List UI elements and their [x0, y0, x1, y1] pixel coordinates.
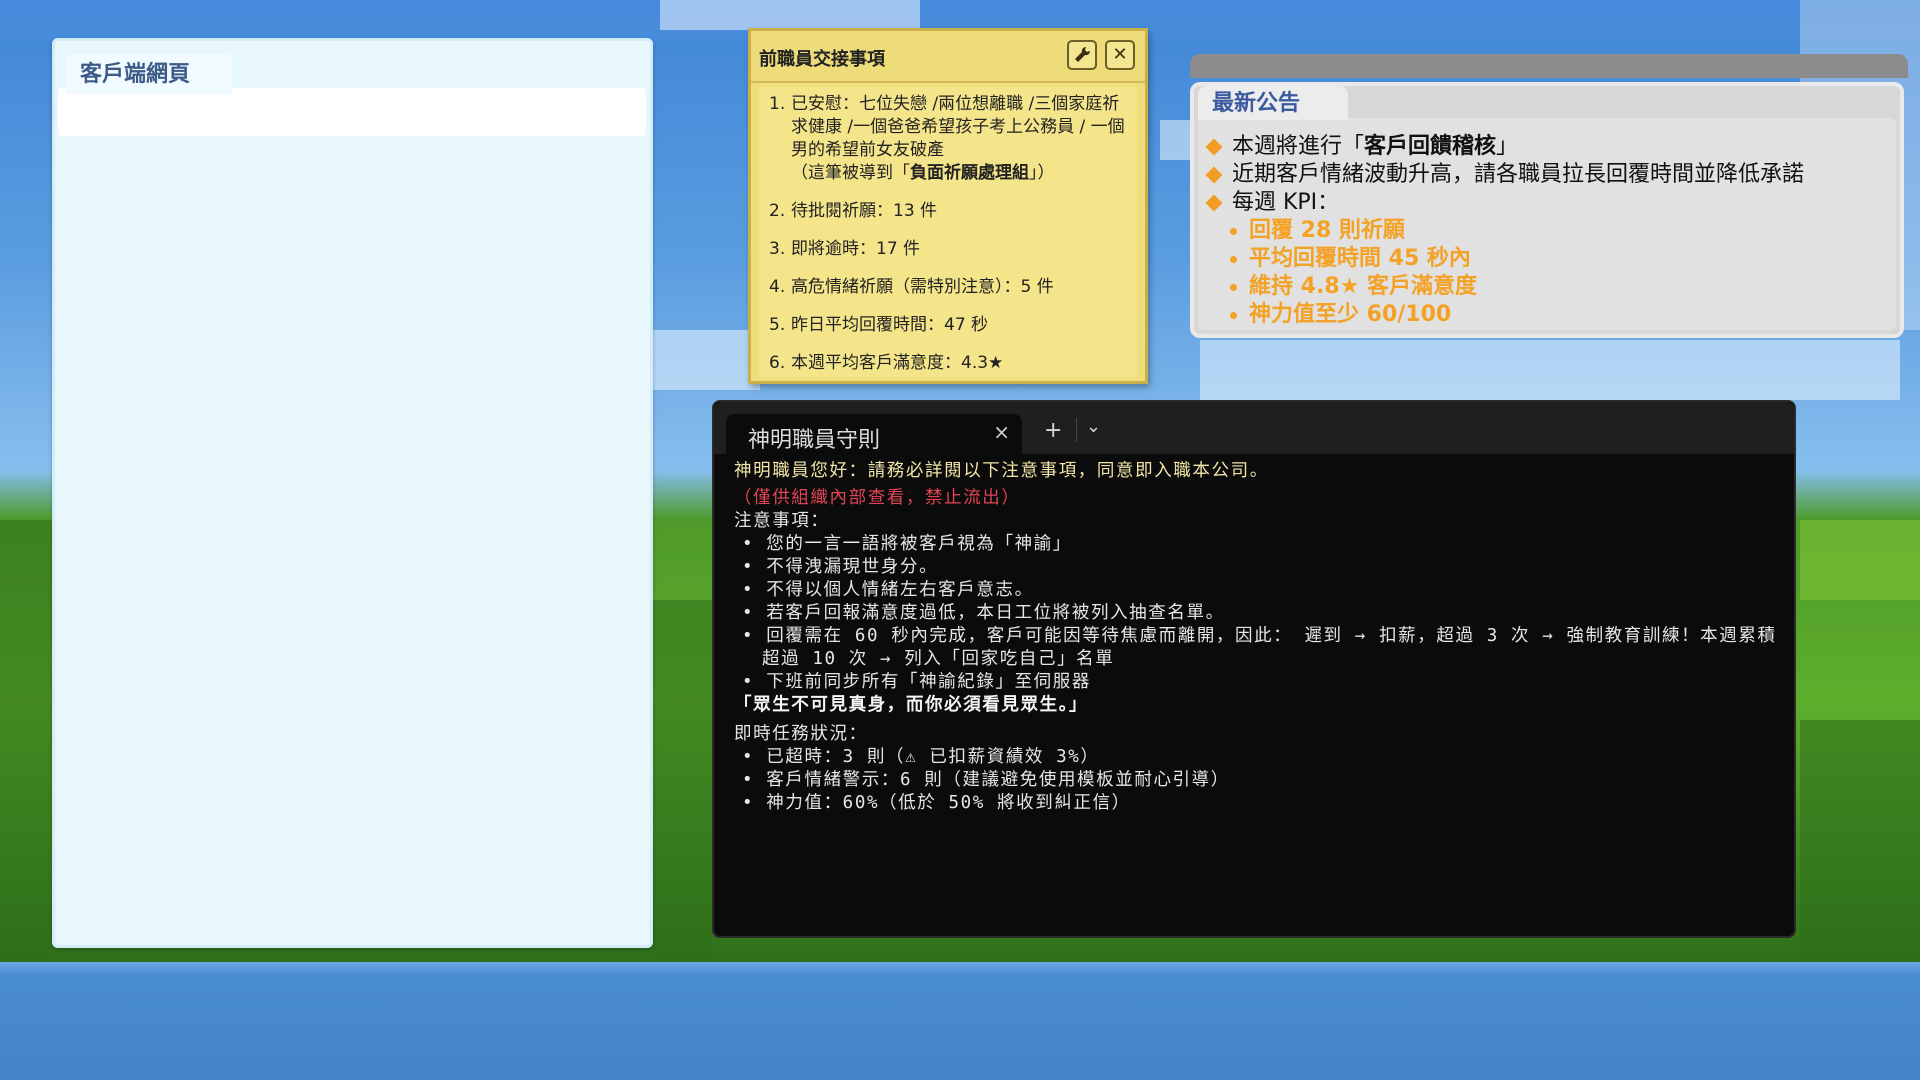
- announcement-shadow: [1190, 54, 1908, 78]
- cloud: [660, 0, 920, 30]
- hill-shadow: [0, 520, 52, 960]
- item-number: 3.: [769, 239, 786, 259]
- terminal-greeting: 神明職員您好：請務必詳閱以下注意事項，同意即入職本公司。: [734, 461, 1269, 481]
- hill-shadow: [1800, 720, 1920, 960]
- item-number: 2.: [769, 201, 786, 221]
- diamond-bullet-icon: [1205, 194, 1223, 212]
- item-text: 即將逾時：17 件: [791, 239, 921, 259]
- item-number: 4.: [769, 277, 786, 297]
- terminal-tab-title: 神明職員守則: [748, 428, 881, 453]
- terminal-motto: 「眾生不可見真身，而你必須看見眾生。」: [734, 695, 1089, 715]
- diamond-bullet-icon: [1205, 138, 1223, 156]
- announcement-tab[interactable]: 最新公告: [1198, 86, 1348, 120]
- status-item: 神力值：60%（低於 50% 將收到糾正信）: [734, 792, 1784, 815]
- handover-list: 1. 已安慰：七位失戀 /兩位想離職 /三個家庭祈求健康 /一個爸爸希望孩子考上…: [759, 87, 1137, 377]
- client-content[interactable]: [58, 140, 646, 936]
- note-item: 不得洩漏現世身分。: [734, 556, 1784, 579]
- terminal-warning: （僅供組織內部查看，禁止流出）: [734, 488, 1021, 508]
- hill-light: [1800, 520, 1920, 600]
- item-number: 1.: [769, 94, 786, 114]
- handover-note-title: 前職員交接事項: [759, 49, 885, 70]
- handover-item: 3. 即將逾時：17 件: [769, 238, 1131, 261]
- close-tab-icon[interactable]: ×: [993, 420, 1010, 444]
- item-note-prefix: （這筆被導到「: [791, 163, 910, 183]
- item-number: 6.: [769, 353, 786, 373]
- taskbar[interactable]: [0, 962, 1920, 1080]
- note-item: 若客戶回報滿意度過低，本日工位將被列入抽查名單。: [734, 602, 1784, 625]
- terminal-window[interactable]: 神明職員守則 × + ⌄ 神明職員您好：請務必詳閱以下注意事項，同意即入職本公司…: [712, 400, 1796, 938]
- item-text: 已安慰：七位失戀 /兩位想離職 /三個家庭祈求健康 /一個爸爸希望孩子考上公務員…: [791, 94, 1125, 160]
- client-tab[interactable]: 客戶端網頁: [66, 54, 232, 94]
- wrench-icon[interactable]: [1067, 40, 1097, 70]
- cloud: [1200, 340, 1900, 400]
- cloud: [640, 330, 760, 390]
- client-address-bar[interactable]: [58, 88, 646, 136]
- note-item: 不得以個人情緒左右客戶意志。: [734, 579, 1784, 602]
- item-text: 高危情緒祈願（需特別注意）：5 件: [791, 277, 1054, 297]
- item-text: 本週平均客戶滿意度：4.3★: [791, 353, 1004, 373]
- handover-item: 2. 待批閱祈願：13 件: [769, 200, 1131, 223]
- close-icon[interactable]: ✕: [1105, 40, 1135, 70]
- handover-item: 1. 已安慰：七位失戀 /兩位想離職 /三個家庭祈求健康 /一個爸爸希望孩子考上…: [769, 93, 1131, 185]
- note-item: 您的一言一語將被客戶視為「神諭」: [734, 533, 1784, 556]
- chevron-down-icon[interactable]: ⌄: [1086, 416, 1101, 437]
- new-tab-button[interactable]: +: [1044, 418, 1062, 443]
- handover-note-header[interactable]: 前職員交接事項 ✕: [751, 31, 1145, 83]
- item-text: 昨日平均回覆時間：47 秒: [791, 315, 989, 335]
- status-item: 客戶情緒警示：6 則（建議避免使用模板並耐心引導）: [734, 769, 1784, 792]
- handover-item: 6. 本週平均客戶滿意度：4.3★: [769, 352, 1131, 375]
- handover-item: 5. 昨日平均回覆時間：47 秒: [769, 314, 1131, 337]
- diamond-bullet-icon: [1205, 166, 1223, 184]
- hill-shadow: [653, 600, 712, 960]
- announcement-window[interactable]: 本週將進行「客戶回饋稽核」 近期客戶情緒波動升高，請各職員拉長回覆時間並降低承諾…: [1190, 82, 1904, 338]
- notes-header: 注意事項：: [734, 511, 830, 531]
- announcement-body: 本週將進行「客戶回饋稽核」 近期客戶情緒波動升高，請各職員拉長回覆時間並降低承諾…: [1198, 118, 1896, 330]
- status-header: 即時任務狀況：: [734, 724, 868, 744]
- status-item: 已超時：3 則（⚠ 已扣薪資績效 3%）: [734, 746, 1784, 769]
- item-note-suffix: 」）: [1029, 163, 1055, 183]
- terminal-tab[interactable]: 神明職員守則 ×: [726, 414, 1022, 454]
- client-webpage-window[interactable]: 客戶端網頁: [52, 38, 653, 948]
- handover-item: 4. 高危情緒祈願（需特別注意）：5 件: [769, 276, 1131, 299]
- kpi-item: 神力值至少 60/100: [1230, 296, 1451, 328]
- handover-note[interactable]: 前職員交接事項 ✕ 1. 已安慰：七位失戀 /兩位想離職 /三個家庭祈求健康 /…: [748, 28, 1148, 384]
- tabbar-divider: [1076, 418, 1077, 442]
- terminal-tabbar: 神明職員守則 × + ⌄: [714, 402, 1794, 454]
- item-text: 待批閱祈願：13 件: [791, 201, 938, 221]
- note-item: 回覆需在 60 秒內完成，客戶可能因等待焦慮而離開，因此： 遲到 → 扣薪，超過…: [734, 625, 1784, 671]
- note-item: 下班前同步所有「神諭紀錄」至伺服器: [734, 671, 1784, 694]
- item-number: 5.: [769, 315, 786, 335]
- terminal-output[interactable]: 神明職員您好：請務必詳閱以下注意事項，同意即入職本公司。 （僅供組織內部查看，禁…: [734, 460, 1784, 815]
- item-note-bold: 負面祈願處理組: [910, 163, 1029, 183]
